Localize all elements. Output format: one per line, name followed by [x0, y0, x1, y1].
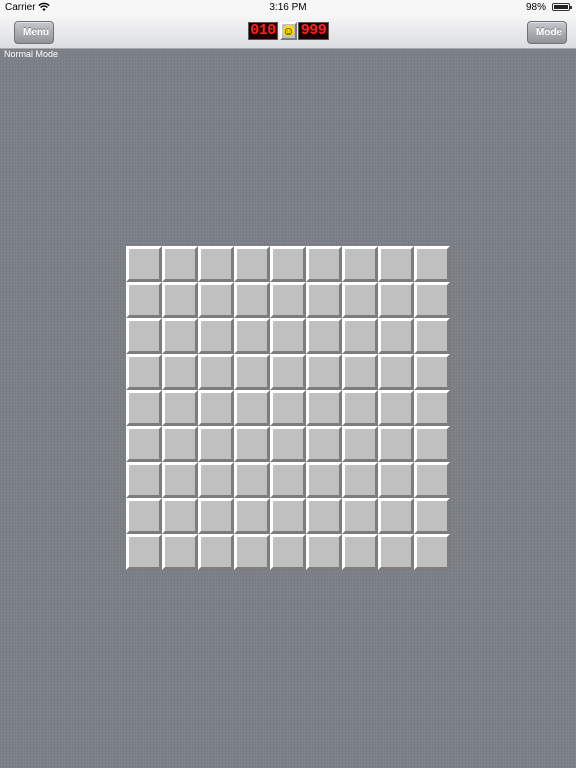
mine-cell[interactable] — [342, 246, 378, 282]
mine-cell[interactable] — [342, 498, 378, 534]
mine-cell[interactable] — [234, 498, 270, 534]
mine-cell[interactable] — [198, 534, 234, 570]
mine-cell[interactable] — [306, 282, 342, 318]
mine-cell[interactable] — [234, 534, 270, 570]
mine-cell[interactable] — [162, 462, 198, 498]
mine-cell[interactable] — [342, 390, 378, 426]
mine-cell[interactable] — [342, 282, 378, 318]
mine-cell[interactable] — [414, 318, 450, 354]
mine-cell[interactable] — [414, 246, 450, 282]
mine-cell[interactable] — [234, 246, 270, 282]
mine-cell[interactable] — [162, 534, 198, 570]
mine-cell[interactable] — [306, 354, 342, 390]
mine-counter: 010 — [248, 22, 278, 40]
mine-cell[interactable] — [342, 354, 378, 390]
timer-counter: 999 — [298, 22, 329, 40]
mine-cell[interactable] — [126, 498, 162, 534]
mine-cell[interactable] — [306, 246, 342, 282]
mine-cell[interactable] — [378, 318, 414, 354]
mine-cell[interactable] — [342, 534, 378, 570]
mine-cell[interactable] — [198, 462, 234, 498]
mine-cell[interactable] — [198, 390, 234, 426]
mine-cell[interactable] — [198, 246, 234, 282]
mine-cell[interactable] — [342, 426, 378, 462]
mine-cell[interactable] — [162, 318, 198, 354]
mine-cell[interactable] — [414, 498, 450, 534]
menu-button[interactable]: Menu — [14, 21, 54, 44]
mine-cell[interactable] — [162, 390, 198, 426]
mine-cell[interactable] — [126, 354, 162, 390]
mine-cell[interactable] — [162, 246, 198, 282]
mine-cell[interactable] — [234, 282, 270, 318]
mine-cell[interactable] — [414, 426, 450, 462]
mine-cell[interactable] — [126, 282, 162, 318]
mine-cell[interactable] — [162, 354, 198, 390]
mine-cell[interactable] — [198, 282, 234, 318]
game-mode-label: Normal Mode — [4, 49, 59, 59]
mine-cell[interactable] — [234, 390, 270, 426]
mine-cell[interactable] — [306, 318, 342, 354]
mine-cell[interactable] — [234, 462, 270, 498]
mine-cell[interactable] — [342, 462, 378, 498]
mine-cell[interactable] — [270, 498, 306, 534]
mine-cell[interactable] — [162, 426, 198, 462]
battery-icon — [552, 3, 572, 11]
mine-cell[interactable] — [270, 246, 306, 282]
mine-cell[interactable] — [378, 426, 414, 462]
mine-cell[interactable] — [414, 282, 450, 318]
mine-cell[interactable] — [414, 462, 450, 498]
mine-cell[interactable] — [306, 534, 342, 570]
mine-cell[interactable] — [270, 426, 306, 462]
mine-cell[interactable] — [306, 390, 342, 426]
mode-button[interactable]: Mode — [527, 21, 567, 44]
mine-cell[interactable] — [378, 246, 414, 282]
mine-cell[interactable] — [378, 354, 414, 390]
game-toolbar: Menu 010 ☺ 999 Mode — [0, 16, 576, 49]
mine-cell[interactable] — [414, 390, 450, 426]
mine-cell[interactable] — [306, 498, 342, 534]
mine-cell[interactable] — [198, 426, 234, 462]
mine-cell[interactable] — [378, 462, 414, 498]
mine-cell[interactable] — [342, 318, 378, 354]
mine-cell[interactable] — [162, 498, 198, 534]
mine-cell[interactable] — [234, 354, 270, 390]
mine-cell[interactable] — [414, 354, 450, 390]
mine-cell[interactable] — [126, 534, 162, 570]
mine-cell[interactable] — [126, 462, 162, 498]
mine-cell[interactable] — [270, 282, 306, 318]
mine-cell[interactable] — [270, 462, 306, 498]
mine-cell[interactable] — [234, 318, 270, 354]
status-bar: Carrier 3:16 PM 98% — [0, 0, 576, 16]
mine-cell[interactable] — [270, 354, 306, 390]
smiley-glyph: ☺ — [282, 24, 295, 38]
mine-cell[interactable] — [378, 390, 414, 426]
mine-cell[interactable] — [234, 426, 270, 462]
mine-cell[interactable] — [414, 534, 450, 570]
mine-cell[interactable] — [378, 282, 414, 318]
mine-cell[interactable] — [198, 354, 234, 390]
mine-cell[interactable] — [306, 426, 342, 462]
mine-cell[interactable] — [198, 318, 234, 354]
mine-cell[interactable] — [126, 390, 162, 426]
mine-cell[interactable] — [270, 534, 306, 570]
mine-cell[interactable] — [162, 282, 198, 318]
mine-cell[interactable] — [126, 318, 162, 354]
battery-fill — [554, 5, 568, 9]
mine-cell[interactable] — [198, 498, 234, 534]
mine-cell[interactable] — [306, 462, 342, 498]
mine-cell[interactable] — [378, 498, 414, 534]
battery-percent: 98% — [525, 2, 546, 13]
mine-cell[interactable] — [378, 534, 414, 570]
mine-cell[interactable] — [126, 246, 162, 282]
mine-cell[interactable] — [270, 318, 306, 354]
reset-face-button[interactable]: ☺ — [280, 22, 297, 40]
mine-cell[interactable] — [270, 390, 306, 426]
clock: 3:16 PM — [269, 2, 307, 13]
minefield-board — [126, 246, 450, 570]
mine-cell[interactable] — [126, 426, 162, 462]
